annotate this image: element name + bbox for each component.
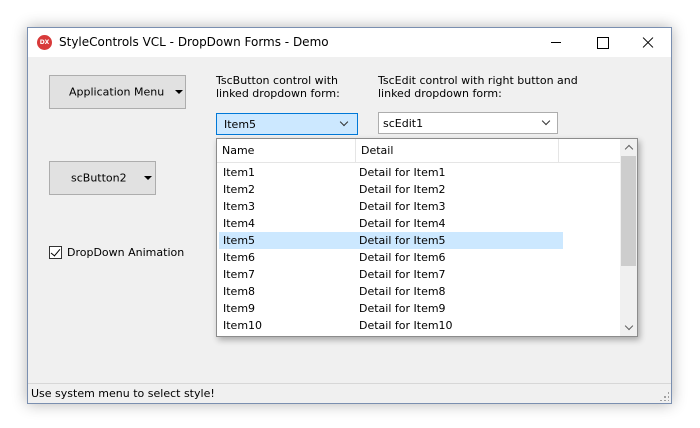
item-name: Item4 bbox=[223, 217, 256, 230]
item-detail: Detail for Item3 bbox=[359, 200, 446, 213]
list-item[interactable]: Item9 Detail for Item9 bbox=[219, 300, 563, 317]
tscbutton-dropdown[interactable]: Item5 bbox=[216, 113, 358, 135]
item-detail: Detail for Item2 bbox=[359, 183, 446, 196]
item-name: Item10 bbox=[223, 319, 263, 332]
scbutton2-button[interactable]: scButton2 bbox=[49, 161, 156, 195]
item-name: Item7 bbox=[223, 268, 256, 281]
list-item[interactable]: Item8 Detail for Item8 bbox=[219, 283, 563, 300]
item-detail: Detail for Item10 bbox=[359, 319, 453, 332]
close-button[interactable] bbox=[625, 28, 671, 57]
dropdown-arrow-icon bbox=[144, 176, 152, 180]
list-item[interactable]: Item6 Detail for Item6 bbox=[219, 249, 563, 266]
minimize-button[interactable] bbox=[533, 28, 579, 57]
window-title: StyleControls VCL - DropDown Forms - Dem… bbox=[59, 35, 329, 49]
list-item[interactable]: Item1 Detail for Item1 bbox=[219, 164, 563, 181]
title-bar[interactable]: DX StyleControls VCL - DropDown Forms - … bbox=[28, 28, 671, 57]
list-item[interactable]: Item7 Detail for Item7 bbox=[219, 266, 563, 283]
tscbutton-value: Item5 bbox=[224, 118, 257, 131]
list-item[interactable]: Item3 Detail for Item3 bbox=[219, 198, 563, 215]
item-name: Item2 bbox=[223, 183, 256, 196]
item-name: Item6 bbox=[223, 251, 256, 264]
scedit-value: scEdit1 bbox=[383, 117, 424, 130]
status-bar: Use system menu to select style! bbox=[28, 383, 671, 403]
application-menu-button[interactable]: Application Menu bbox=[49, 75, 186, 109]
tscbutton-description: TscButton control with linked dropdown f… bbox=[216, 74, 340, 100]
item-detail: Detail for Item7 bbox=[359, 268, 446, 281]
item-detail: Detail for Item6 bbox=[359, 251, 446, 264]
item-name: Item1 bbox=[223, 166, 256, 179]
list-item-selected[interactable]: Item5 Detail for Item5 bbox=[219, 232, 563, 249]
item-detail: Detail for Item8 bbox=[359, 285, 446, 298]
item-name: Item5 bbox=[223, 234, 256, 247]
scedit-input[interactable]: scEdit1 bbox=[378, 112, 558, 134]
column-header-detail[interactable]: Detail bbox=[356, 139, 559, 163]
item-name: Item9 bbox=[223, 302, 256, 315]
dropdown-form-grid: Name Detail Item1 Detail for Item1 Item2… bbox=[216, 138, 638, 337]
status-text: Use system menu to select style! bbox=[31, 387, 215, 400]
chevron-down-icon bbox=[339, 117, 349, 127]
item-detail: Detail for Item9 bbox=[359, 302, 446, 315]
list-item[interactable]: Item10 Detail for Item10 bbox=[219, 317, 563, 334]
vertical-scrollbar[interactable] bbox=[620, 139, 637, 336]
scedit-description: TscEdit control with right button and li… bbox=[378, 74, 578, 100]
dropdown-animation-checkbox[interactable] bbox=[49, 246, 62, 259]
item-detail: Detail for Item5 bbox=[359, 234, 446, 247]
resize-grip-icon[interactable] bbox=[659, 391, 669, 401]
dropdown-animation-label[interactable]: DropDown Animation bbox=[67, 246, 184, 259]
item-detail: Detail for Item4 bbox=[359, 217, 446, 230]
main-window: DX StyleControls VCL - DropDown Forms - … bbox=[27, 27, 672, 404]
scroll-down-icon[interactable] bbox=[620, 319, 637, 336]
chevron-down-icon[interactable] bbox=[541, 116, 551, 126]
dropdown-arrow-icon bbox=[175, 90, 183, 94]
item-name: Item3 bbox=[223, 200, 256, 213]
item-detail: Detail for Item1 bbox=[359, 166, 446, 179]
grid-rows: Item1 Detail for Item1 Item2 Detail for … bbox=[217, 164, 621, 334]
grid-header: Name Detail bbox=[217, 139, 621, 163]
column-header-name[interactable]: Name bbox=[217, 139, 356, 163]
scbutton2-label: scButton2 bbox=[71, 171, 127, 185]
application-menu-label: Application Menu bbox=[69, 85, 165, 99]
app-logo-icon[interactable]: DX bbox=[37, 35, 52, 50]
scrollbar-thumb[interactable] bbox=[621, 156, 636, 266]
list-item[interactable]: Item2 Detail for Item2 bbox=[219, 181, 563, 198]
scroll-up-icon[interactable] bbox=[620, 139, 637, 156]
maximize-button[interactable] bbox=[579, 28, 625, 57]
list-item[interactable]: Item4 Detail for Item4 bbox=[219, 215, 563, 232]
item-name: Item8 bbox=[223, 285, 256, 298]
